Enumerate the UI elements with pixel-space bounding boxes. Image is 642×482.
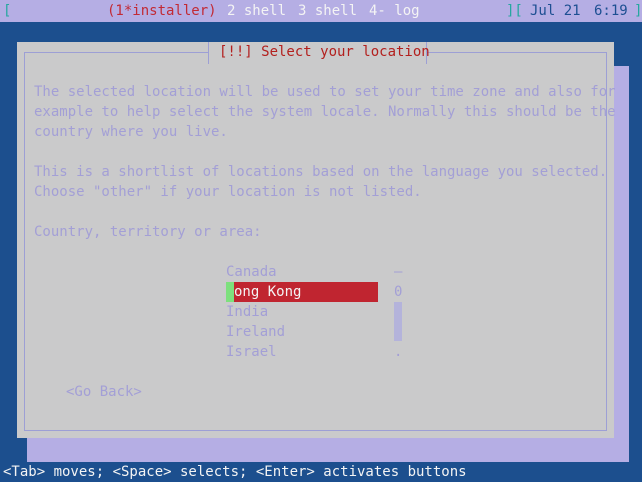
status-open-bracket: [ bbox=[3, 3, 12, 19]
list-item-ireland[interactable]: Ireland bbox=[226, 322, 285, 342]
scrollbar-bottom-glyph: . bbox=[394, 344, 403, 360]
list-item-hong-kong-label: ong Kong bbox=[234, 284, 302, 300]
status-time: 6:19 bbox=[594, 3, 628, 19]
text-cursor bbox=[226, 282, 234, 302]
list-item-israel[interactable]: Israel bbox=[226, 342, 277, 362]
description-line-3: country where you live. bbox=[34, 124, 228, 140]
status-bar: [ (1*installer) 2 shell 3 shell 4- log ]… bbox=[0, 0, 642, 22]
status-separator: ][ bbox=[506, 3, 523, 19]
help-text: <Tab> moves; <Space> selects; <Enter> ac… bbox=[3, 464, 467, 480]
scrollbar-thumb-glyph[interactable]: 0 bbox=[394, 282, 402, 302]
shortlist-line-2: Choose "other" if your location is not l… bbox=[34, 184, 422, 200]
status-date: Jul 21 bbox=[530, 3, 581, 19]
list-item-india[interactable]: India bbox=[226, 302, 268, 322]
description-line-1: The selected location will be used to se… bbox=[34, 84, 616, 100]
dialog-shadow-right bbox=[614, 66, 629, 462]
scrollbar-track[interactable] bbox=[394, 302, 402, 341]
shortlist-line-1: This is a shortlist of locations based o… bbox=[34, 164, 608, 180]
window-tab-shell-2[interactable]: 2 shell bbox=[227, 1, 286, 21]
country-prompt: Country, territory or area: bbox=[34, 224, 262, 240]
window-tab-log[interactable]: 4- log bbox=[369, 1, 420, 21]
dialog-shadow-bottom bbox=[27, 438, 629, 462]
window-tab-installer[interactable]: (1*installer) bbox=[107, 1, 217, 21]
list-item-canada[interactable]: Canada bbox=[226, 262, 277, 282]
dialog-title: [!!] Select your location bbox=[219, 44, 430, 60]
window-tab-shell-3[interactable]: 3 shell bbox=[298, 1, 357, 21]
description-line-2: example to help select the system locale… bbox=[34, 104, 616, 120]
go-back-button[interactable]: <Go Back> bbox=[66, 382, 142, 402]
scrollbar-top-glyph: – bbox=[394, 264, 403, 280]
status-close-bracket: ] bbox=[634, 3, 642, 19]
